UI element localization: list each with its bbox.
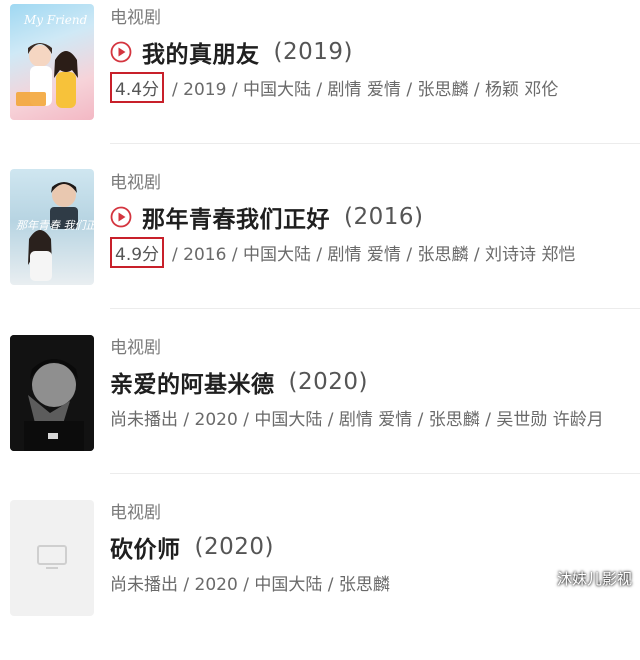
meta-line: 尚未播出 / 2020 / 中国大陆 / 剧情 爱情 / 张思麟 / 吴世勋 许… xyxy=(110,403,604,431)
poster-art-icon xyxy=(10,335,94,451)
category-label: 电视剧 xyxy=(110,8,161,28)
result-item[interactable]: 电视剧 亲爱的阿基米德 (2020) 尚未播出 / 2020 / 中国大陆 / … xyxy=(0,330,640,495)
show-year: (2020) xyxy=(194,534,274,560)
meta-line: 4.9分 / 2016 / 中国大陆 / 剧情 爱情 / 张思麟 / 刘诗诗 郑… xyxy=(110,236,576,268)
result-item[interactable]: 那年青春 我们正好 电视剧 那年青春我们正好 (2016) 4.9分 / 201… xyxy=(0,165,640,330)
category-label: 电视剧 xyxy=(110,173,161,193)
poster-art-icon: My Friend xyxy=(16,13,88,108)
show-title[interactable]: 砍价师 xyxy=(110,530,181,564)
play-circle-icon[interactable] xyxy=(110,41,132,63)
poster-placeholder[interactable] xyxy=(10,500,94,616)
show-title[interactable]: 那年青春我们正好 xyxy=(142,200,330,234)
divider xyxy=(110,143,640,144)
category-label: 电视剧 xyxy=(110,503,161,523)
show-title[interactable]: 我的真朋友 xyxy=(142,35,260,69)
meta-text: / 2016 / 中国大陆 / 剧情 爱情 / 张思麟 / 刘诗诗 郑恺 xyxy=(172,244,576,265)
meta-line: 4.4分 / 2019 / 中国大陆 / 剧情 爱情 / 张思麟 / 杨颖 邓伦 xyxy=(110,71,559,103)
poster-image[interactable]: 那年青春 我们正好 xyxy=(10,169,94,285)
rating-badge: 4.9分 xyxy=(110,236,165,268)
result-item[interactable]: 电视剧 砍价师 (2020) 尚未播出 / 2020 / 中国大陆 / 张思麟 xyxy=(0,495,640,660)
poster-image[interactable] xyxy=(10,335,94,451)
result-item[interactable]: My Friend 电视剧 我的真朋友 (2019) 4.4分 / 2019 /… xyxy=(0,0,640,165)
show-year: (2019) xyxy=(273,39,353,65)
show-title[interactable]: 亲爱的阿基米德 xyxy=(110,365,275,399)
show-year: (2016) xyxy=(344,204,424,230)
meta-text: 尚未播出 / 2020 / 中国大陆 / 张思麟 xyxy=(110,574,390,595)
divider xyxy=(110,308,640,309)
svg-text:那年青春 我们正好: 那年青春 我们正好 xyxy=(16,219,94,232)
meta-line: 尚未播出 / 2020 / 中国大陆 / 张思麟 xyxy=(110,568,390,596)
watermark: 沐妹儿影视 xyxy=(556,570,632,588)
rating-badge: 4.4分 xyxy=(110,71,165,103)
play-circle-icon[interactable] xyxy=(110,206,132,228)
svg-text:My Friend: My Friend xyxy=(23,13,88,27)
meta-text: / 2019 / 中国大陆 / 剧情 爱情 / 张思麟 / 杨颖 邓伦 xyxy=(172,79,559,100)
poster-image[interactable]: My Friend xyxy=(10,4,94,120)
tv-placeholder-icon xyxy=(37,545,67,569)
meta-text: 尚未播出 / 2020 / 中国大陆 / 剧情 爱情 / 张思麟 / 吴世勋 许… xyxy=(110,409,604,430)
category-label: 电视剧 xyxy=(110,338,161,358)
divider xyxy=(110,473,640,474)
poster-art-icon: 那年青春 我们正好 xyxy=(16,182,94,281)
show-year: (2020) xyxy=(288,369,368,395)
